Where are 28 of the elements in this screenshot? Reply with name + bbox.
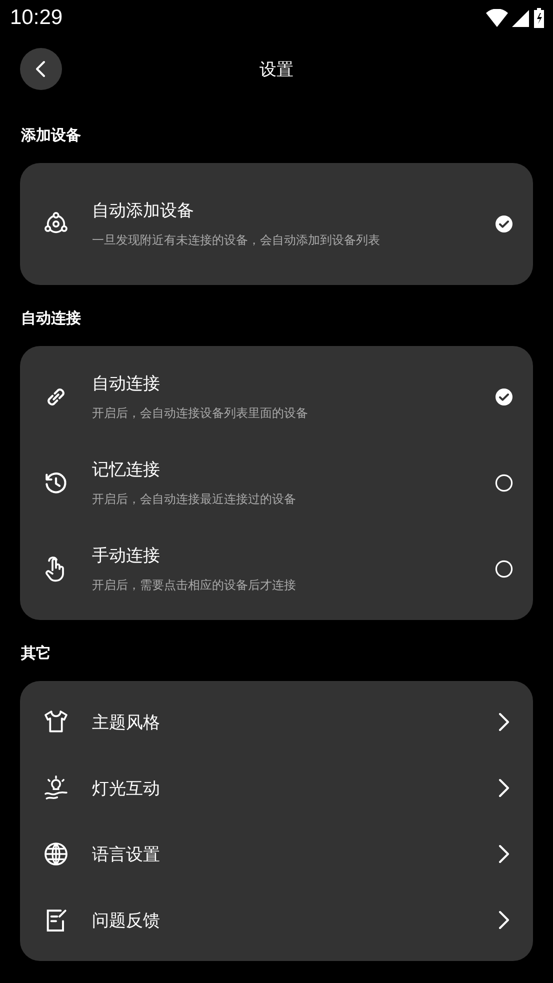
setting-title[interactable]: 自动添加设备 — [92, 199, 495, 222]
page-title: 设置 — [260, 58, 294, 80]
section-heading: 自动连接 — [20, 308, 82, 329]
setting-title[interactable]: 主题风格 — [92, 710, 495, 734]
wifi-icon — [486, 9, 508, 27]
setting-title[interactable]: 语言设置 — [92, 842, 495, 866]
check-icon[interactable] — [495, 388, 513, 406]
signal-icon — [512, 10, 529, 26]
setting-description: 开启后，需要点击相应的设备后才连接 — [92, 577, 297, 594]
setting-description: 开启后，会自动连接最近连接过的设备 — [92, 491, 297, 508]
battery-charging-icon — [533, 8, 545, 28]
setting-title[interactable]: 灯光互动 — [92, 776, 495, 800]
light-bulb-icon — [42, 774, 70, 802]
globe-icon — [42, 840, 70, 868]
radio-button[interactable] — [495, 474, 513, 492]
setting-title[interactable]: 自动连接 — [92, 372, 495, 395]
radio-button[interactable] — [495, 560, 513, 578]
setting-title[interactable]: 手动连接 — [92, 544, 495, 567]
setting-description: 一旦发现附近有未连接的设备，会自动添加到设备列表 — [92, 232, 381, 249]
check-icon[interactable] — [495, 215, 513, 233]
back-button[interactable] — [20, 48, 62, 90]
section-heading: 其它 — [20, 643, 52, 664]
section-heading: 添加设备 — [20, 125, 82, 146]
setting-title[interactable]: 问题反馈 — [92, 908, 495, 932]
setting-title[interactable]: 记忆连接 — [92, 458, 495, 481]
back-icon — [34, 60, 48, 78]
setting-description: 开启后，会自动连接设备列表里面的设备 — [92, 405, 309, 422]
status-time: 10:29 — [10, 6, 63, 30]
